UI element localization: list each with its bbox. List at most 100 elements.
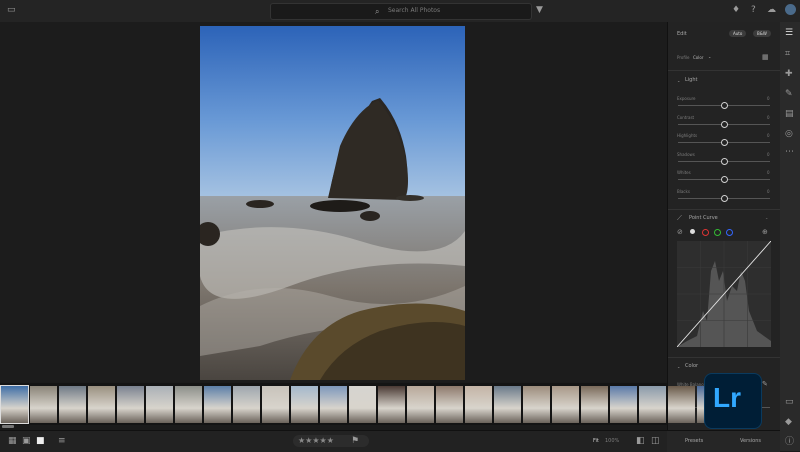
square-grid-icon[interactable]: ▣ xyxy=(22,437,31,446)
red-channel-dot[interactable] xyxy=(702,229,709,236)
notification-icon[interactable]: ♦ xyxy=(732,6,740,15)
sidebar-toggle-icon[interactable]: ▭ xyxy=(7,6,16,15)
green-channel-dot[interactable] xyxy=(714,229,721,236)
slider-label: Contrast xyxy=(677,114,695,120)
slider-knob[interactable] xyxy=(721,102,728,109)
search-input[interactable]: ⌕ Search All Photos xyxy=(270,3,532,20)
filmstrip-thumbnail[interactable] xyxy=(494,386,521,423)
slider-value[interactable]: 0 xyxy=(767,133,770,138)
avatar[interactable] xyxy=(785,4,796,15)
slider-knob[interactable] xyxy=(721,120,728,128)
blue-channel-dot[interactable] xyxy=(726,229,733,236)
light-section-title[interactable]: Light xyxy=(685,77,697,83)
filmstrip-thumbnail[interactable] xyxy=(349,386,376,423)
slider-value[interactable]: 0 xyxy=(767,96,770,101)
targeted-adjust-icon[interactable]: ⊘ xyxy=(677,228,683,237)
cloud-sync-icon[interactable]: ☁ xyxy=(767,6,776,15)
color-section-title[interactable]: Color xyxy=(685,363,698,369)
filmstrip xyxy=(0,383,753,425)
filmstrip-thumbnail[interactable] xyxy=(30,386,57,423)
comment-icon[interactable]: ▭ xyxy=(785,398,794,407)
presets-button[interactable]: Presets xyxy=(685,438,703,444)
lightroom-logo: Lr xyxy=(704,373,762,429)
filmstrip-scrollbar[interactable] xyxy=(2,425,14,428)
tag-icon[interactable]: ◆ xyxy=(785,418,792,427)
filmstrip-thumbnail[interactable] xyxy=(175,386,202,423)
brush-icon[interactable]: ✎ xyxy=(785,90,793,99)
eyedropper-icon[interactable]: ✎ xyxy=(762,380,768,389)
rating-bar[interactable]: ★★★★★ ⚑ xyxy=(293,435,369,447)
grid-view-icon[interactable]: ▦ xyxy=(8,437,17,446)
slider-value[interactable]: 0 xyxy=(767,189,770,194)
help-icon[interactable]: ? xyxy=(751,6,756,15)
info-icon[interactable]: ⓘ xyxy=(785,438,794,447)
search-icon: ⌕ xyxy=(375,7,380,16)
filmstrip-thumbnail[interactable] xyxy=(59,386,86,423)
filmstrip-thumbnail[interactable] xyxy=(639,386,666,423)
photo-preview[interactable] xyxy=(200,26,465,380)
filmstrip-thumbnail[interactable] xyxy=(465,386,492,423)
curve-icon: ⟋ xyxy=(677,214,682,222)
bw-button[interactable]: B&W xyxy=(753,30,771,37)
zoom-level[interactable]: 100% xyxy=(605,438,619,444)
slider-value[interactable]: 0 xyxy=(767,152,770,157)
edit-panel: Edit Auto B&W Profile Color ⌄ ▦ ⌄ Light … xyxy=(667,22,781,430)
filmstrip-thumbnail[interactable] xyxy=(581,386,608,423)
more-icon[interactable]: ⋯ xyxy=(785,148,794,157)
filmstrip-thumbnail[interactable] xyxy=(436,386,463,423)
slider-knob[interactable] xyxy=(721,139,728,147)
profile-browser-icon[interactable]: ▦ xyxy=(762,53,769,62)
auto-button[interactable]: Auto xyxy=(729,30,747,37)
slider-knob[interactable] xyxy=(721,157,728,165)
filmstrip-thumbnail[interactable] xyxy=(0,385,29,424)
filmstrip-thumbnail[interactable] xyxy=(204,386,231,423)
radial-gradient-icon[interactable]: ◎ xyxy=(785,130,793,139)
edit-panel-title: Edit xyxy=(677,31,687,37)
chevron-down-icon[interactable]: ⌄ xyxy=(677,364,680,369)
compare-icon[interactable]: ◫ xyxy=(651,437,660,446)
filmstrip-thumbnail[interactable] xyxy=(146,386,173,423)
filmstrip-thumbnail[interactable] xyxy=(407,386,434,423)
filmstrip-thumbnail[interactable] xyxy=(291,386,318,423)
rgb-channel-dot[interactable] xyxy=(690,229,695,234)
chevron-down-icon[interactable]: ⌄ xyxy=(677,78,680,83)
slider-knob[interactable] xyxy=(721,195,728,202)
chevron-down-icon[interactable]: ⌄ xyxy=(765,215,768,220)
filmstrip-thumbnail[interactable] xyxy=(233,386,260,423)
point-curve-label[interactable]: Point Curve xyxy=(689,215,718,221)
filmstrip-thumbnail[interactable] xyxy=(262,386,289,423)
slider-label: Blacks xyxy=(677,189,690,194)
filmstrip-thumbnail[interactable] xyxy=(117,386,144,423)
curve-settings-icon[interactable]: ⊕ xyxy=(762,228,768,237)
filmstrip-thumbnail[interactable] xyxy=(378,386,405,423)
detail-view-icon[interactable]: ■ xyxy=(36,437,45,446)
slider-label: Shadows xyxy=(677,151,695,157)
versions-button[interactable]: Versions xyxy=(740,438,761,444)
filter-icon[interactable]: ▼ xyxy=(536,6,543,15)
slider-value[interactable]: 0 xyxy=(767,115,770,120)
sort-icon[interactable]: ≡ xyxy=(58,437,66,446)
flag-icon[interactable]: ⚑ xyxy=(351,437,359,446)
linear-gradient-icon[interactable]: ▤ xyxy=(785,110,794,119)
filmstrip-thumbnail[interactable] xyxy=(552,386,579,423)
profile-select[interactable]: Color xyxy=(693,55,703,60)
filmstrip-thumbnail[interactable] xyxy=(523,386,550,423)
edit-sliders-icon[interactable]: ☰ xyxy=(785,29,793,38)
divider xyxy=(668,357,781,358)
crop-icon[interactable]: ⌗ xyxy=(785,50,790,59)
slider-label: Exposure xyxy=(677,96,696,101)
slider-knob[interactable] xyxy=(721,176,728,184)
star-rating[interactable]: ★★★★★ xyxy=(298,436,334,445)
slider-value[interactable]: 0 xyxy=(767,170,770,175)
divider xyxy=(668,70,781,71)
fit-zoom-button[interactable]: Fit xyxy=(593,438,599,444)
before-after-icon[interactable]: ◧ xyxy=(636,437,645,446)
filmstrip-thumbnail[interactable] xyxy=(88,386,115,423)
healing-icon[interactable]: ✚ xyxy=(785,70,793,79)
search-placeholder: Search All Photos xyxy=(388,7,441,14)
filmstrip-thumbnail[interactable] xyxy=(668,386,695,423)
filmstrip-thumbnail[interactable] xyxy=(610,386,637,423)
filmstrip-thumbnail[interactable] xyxy=(320,386,347,423)
slider-label: Whites xyxy=(677,170,691,176)
point-curve-graph[interactable] xyxy=(677,241,771,347)
